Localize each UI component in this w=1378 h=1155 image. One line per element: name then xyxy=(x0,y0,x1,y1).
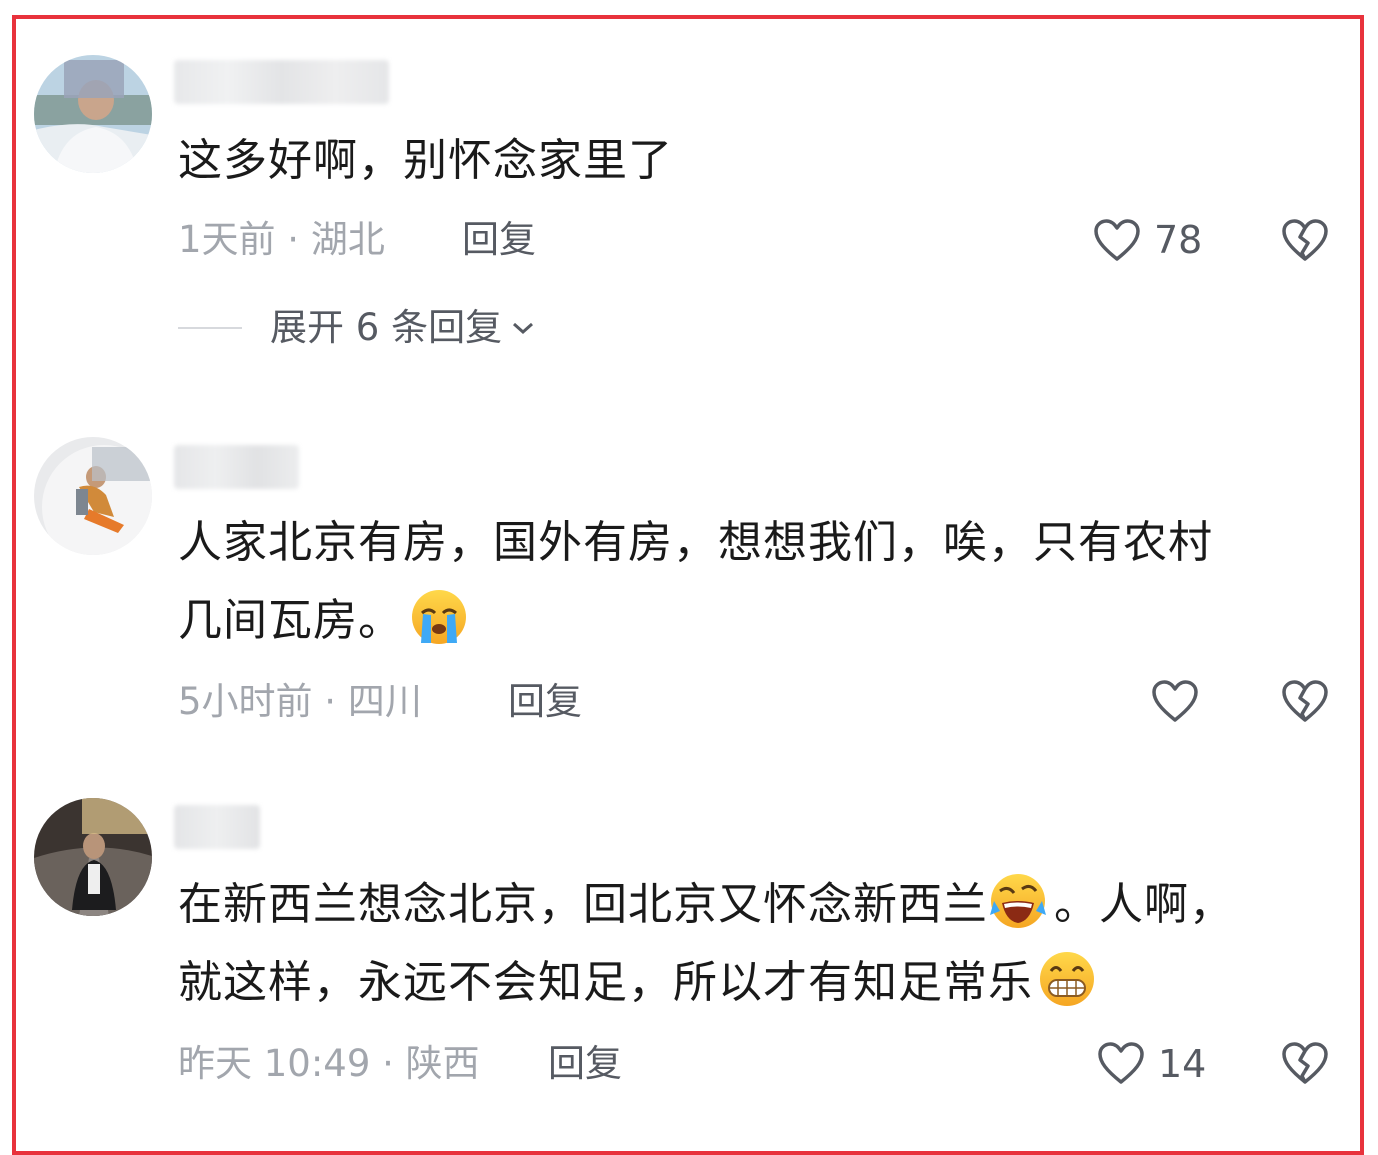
username-blurred xyxy=(174,445,299,489)
like-count: 14 xyxy=(1158,1042,1207,1086)
reply-button[interactable]: 回复 xyxy=(548,1042,622,1086)
comment-meta: 1天前 · 湖北 xyxy=(178,218,385,261)
rolling-laughing-face-icon xyxy=(990,874,1046,928)
heart-outline-icon[interactable] xyxy=(1096,1040,1146,1086)
comment-meta: 5小时前 · 四川 xyxy=(178,680,422,723)
comment-text-line: 就这样，永远不会知足，所以才有知足常乐 xyxy=(178,944,1308,1022)
divider xyxy=(178,327,242,329)
comment-text-line: 人家北京有房，国外有房，想想我们，唉，只有农村 xyxy=(178,517,1213,568)
like-count: 78 xyxy=(1154,218,1203,262)
comment-meta: 昨天 10:49 · 陕西 xyxy=(178,1042,480,1085)
avatar[interactable] xyxy=(34,437,152,555)
broken-heart-icon[interactable] xyxy=(1280,1040,1330,1086)
broken-heart-icon[interactable] xyxy=(1280,217,1330,263)
heart-outline-icon[interactable] xyxy=(1092,217,1142,263)
username-blurred xyxy=(174,60,389,104)
comment-text: 人家北京有房，国外有房，想想我们，唉，只有农村 几间瓦房。 xyxy=(178,504,1308,660)
heart-outline-icon[interactable] xyxy=(1150,678,1200,724)
reply-button[interactable]: 回复 xyxy=(508,680,582,724)
username-blurred xyxy=(174,805,260,849)
grinning-face-icon xyxy=(1040,952,1094,1006)
chevron-down-icon xyxy=(513,322,534,335)
reply-button[interactable]: 回复 xyxy=(462,218,536,262)
expand-replies-label: 展开 6 条回复 xyxy=(270,306,503,349)
avatar[interactable] xyxy=(34,55,152,173)
comment-text: 这多好啊，别怀念家里了 xyxy=(178,135,673,186)
comment-text-line: 在新西兰想念北京，回北京又怀念新西兰 。人啊， xyxy=(178,866,1308,944)
comment-text: 在新西兰想念北京，回北京又怀念新西兰 。人啊， 就这样，永远不会知足，所以才有知… xyxy=(178,866,1308,1022)
comment-text-line: 几间瓦房。 xyxy=(178,582,1308,660)
loudly-crying-face-icon xyxy=(412,590,466,644)
avatar[interactable] xyxy=(34,798,152,916)
expand-replies-button[interactable]: 展开 6 条回复 xyxy=(178,306,536,350)
broken-heart-icon[interactable] xyxy=(1280,678,1330,724)
